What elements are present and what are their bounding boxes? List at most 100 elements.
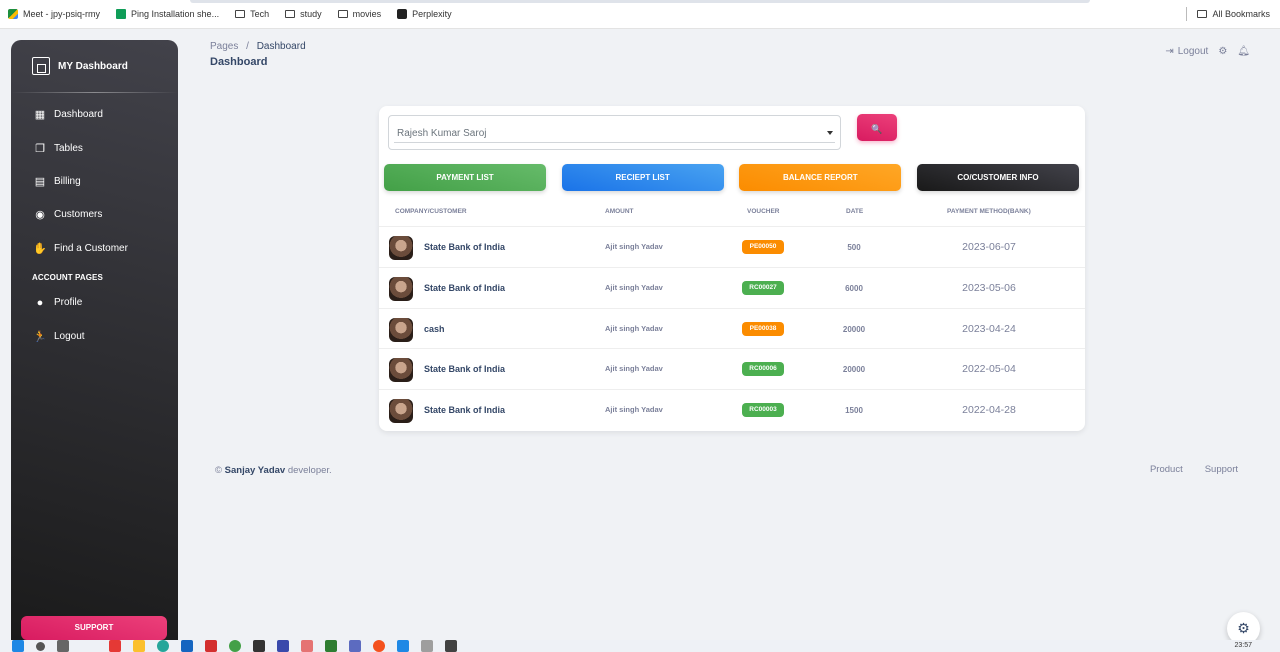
- tab-strip-edge: [190, 0, 1090, 3]
- all-bookmarks[interactable]: All Bookmarks: [1186, 7, 1270, 21]
- app-icon[interactable]: [301, 640, 313, 652]
- bookmark-label: Tech: [250, 9, 270, 19]
- sidebar-item-logout[interactable]: 🏃 Logout: [11, 319, 178, 352]
- taskbar-clock[interactable]: 23:57: [1234, 642, 1252, 649]
- vscode-icon[interactable]: [397, 640, 409, 652]
- sidebar-item-dashboard[interactable]: ▦ Dashboard: [11, 98, 178, 131]
- column-header-company: COMPANY/CUSTOMER: [395, 208, 467, 215]
- store-icon[interactable]: [181, 640, 193, 652]
- all-bookmarks-label: All Bookmarks: [1212, 9, 1270, 19]
- bookmark-tech[interactable]: Tech: [235, 9, 269, 19]
- date-value: 20000: [842, 365, 866, 375]
- sidebar-brand[interactable]: MY Dashboard: [11, 40, 178, 92]
- footer-suffix: developer.: [287, 465, 332, 476]
- sidebar-item-customers[interactable]: ◉ Customers: [11, 198, 178, 231]
- footer-link-support[interactable]: Support: [1205, 464, 1238, 475]
- app-icon[interactable]: [109, 640, 121, 652]
- sheets-icon: [116, 9, 127, 19]
- amount-value: Ajit singh Yadav: [605, 364, 663, 374]
- logout-run-icon: 🏃: [33, 330, 47, 343]
- file-explorer-icon[interactable]: [133, 640, 145, 652]
- folder-icon: [1197, 10, 1208, 18]
- profile-icon: ●: [36, 296, 44, 309]
- sidebar-item-label: Customers: [54, 209, 103, 221]
- table-row[interactable]: State Bank of India Ajit singh Yadav RC0…: [379, 266, 1085, 308]
- footer-link-product[interactable]: Product: [1150, 464, 1183, 475]
- terminal-icon[interactable]: [445, 640, 457, 652]
- bookmark-label: Perplexity: [412, 9, 452, 19]
- company-name: State Bank of India: [424, 242, 506, 252]
- copyright-symbol: ©: [215, 465, 222, 476]
- payments-card: Rajesh Kumar Saroj 🔍 PAYMENT LIST RECIEP…: [379, 106, 1085, 431]
- avatar: [389, 399, 413, 424]
- voucher-badge: RC00027: [742, 280, 784, 295]
- footer-copyright: © Sanjay Yadav developer.: [215, 465, 332, 476]
- table-row[interactable]: State Bank of India Ajit singh Yadav RC0…: [379, 348, 1085, 389]
- support-button[interactable]: SUPPORT: [21, 616, 167, 640]
- table-row[interactable]: State Bank of India Ajit singh Yadav PE0…: [379, 226, 1085, 267]
- breadcrumb-root[interactable]: Pages: [210, 41, 238, 52]
- customer-select[interactable]: Rajesh Kumar Saroj: [388, 115, 841, 150]
- app-icon[interactable]: [253, 640, 265, 652]
- column-header-date: DATE: [846, 208, 864, 215]
- app-icon[interactable]: [325, 640, 337, 652]
- breadcrumb-current: Dashboard: [256, 41, 306, 52]
- app-icon[interactable]: [205, 640, 217, 652]
- footer-author[interactable]: Sanjay Yadav: [225, 465, 286, 476]
- sidebar-item-profile[interactable]: ● Profile: [11, 286, 178, 319]
- app-icon[interactable]: [349, 640, 361, 652]
- voucher-badge: RC00006: [742, 362, 784, 377]
- bookmark-label: Meet - jpy-psiq-rmy: [23, 9, 101, 19]
- bookmark-label: movies: [352, 9, 382, 19]
- company-name: cash: [424, 323, 445, 334]
- company-name: State Bank of India: [424, 405, 506, 416]
- bookmark-perplexity[interactable]: Perplexity: [397, 9, 452, 19]
- edge-icon[interactable]: [157, 640, 169, 652]
- balance-report-button[interactable]: BALANCE REPORT: [739, 164, 902, 191]
- bell-icon[interactable]: 🔔︎: [1237, 46, 1250, 57]
- task-view-icon[interactable]: [57, 640, 69, 652]
- tables-icon: ❐: [35, 142, 45, 155]
- receipt-list-button[interactable]: RECIEPT LIST: [561, 164, 724, 191]
- account-pages-heading: ACCOUNT PAGES: [32, 272, 103, 282]
- payment-method-value: 2023-04-24: [962, 322, 1016, 335]
- search-button[interactable]: 🔍: [857, 114, 897, 141]
- payment-method-value: 2023-06-07: [962, 241, 1016, 253]
- breadcrumb: Pages / Dashboard: [210, 41, 306, 52]
- avatar: [389, 276, 413, 301]
- sidebar-item-billing[interactable]: ▤ Billing: [11, 165, 178, 198]
- divider: [1186, 7, 1188, 21]
- whatsapp-icon[interactable]: [229, 640, 241, 652]
- app-icon[interactable]: [277, 640, 289, 652]
- bookmark-study[interactable]: study: [285, 9, 322, 19]
- sidebar-item-tables[interactable]: ❐ Tables: [11, 131, 178, 164]
- app-icon[interactable]: [421, 640, 433, 652]
- avatar: [389, 317, 413, 342]
- dashboard-icon: ▦: [34, 109, 46, 122]
- chrome-icon[interactable]: [373, 640, 385, 652]
- sidebar-divider: [11, 92, 178, 93]
- amount-value: Ajit singh Yadav: [605, 323, 663, 333]
- windows-start-icon[interactable]: [12, 640, 24, 652]
- avatar: [389, 236, 413, 260]
- payment-list-button[interactable]: PAYMENT LIST: [384, 164, 546, 191]
- sidebar-item-find-customer[interactable]: ✋ Find a Customer: [11, 232, 178, 265]
- bookmark-movies[interactable]: movies: [337, 9, 382, 19]
- bookmark-meet[interactable]: Meet - jpy-psiq-rmy: [8, 9, 100, 19]
- bookmark-label: study: [300, 9, 322, 19]
- folder-icon: [337, 10, 348, 18]
- table-row[interactable]: State Bank of India Ajit singh Yadav RC0…: [379, 389, 1085, 430]
- table-row[interactable]: cash Ajit singh Yadav PE00038 20000 2023…: [379, 307, 1085, 349]
- customer-info-button[interactable]: CO/CUSTOMER INFO: [916, 164, 1079, 191]
- logout-button[interactable]: ⇥ Logout: [1165, 46, 1208, 57]
- search-icon[interactable]: [36, 641, 45, 651]
- settings-icon[interactable]: ⚙: [1218, 46, 1227, 57]
- amount-value: Ajit singh Yadav: [605, 242, 663, 251]
- company-name: State Bank of India: [424, 282, 506, 293]
- bookmark-ping-installation[interactable]: Ping Installation she...: [116, 9, 219, 19]
- logout-icon: ⇥: [1165, 46, 1174, 57]
- caret-down-icon: [827, 131, 833, 135]
- folder-icon: [235, 10, 246, 18]
- folder-icon: [285, 10, 296, 18]
- avatar: [389, 358, 413, 383]
